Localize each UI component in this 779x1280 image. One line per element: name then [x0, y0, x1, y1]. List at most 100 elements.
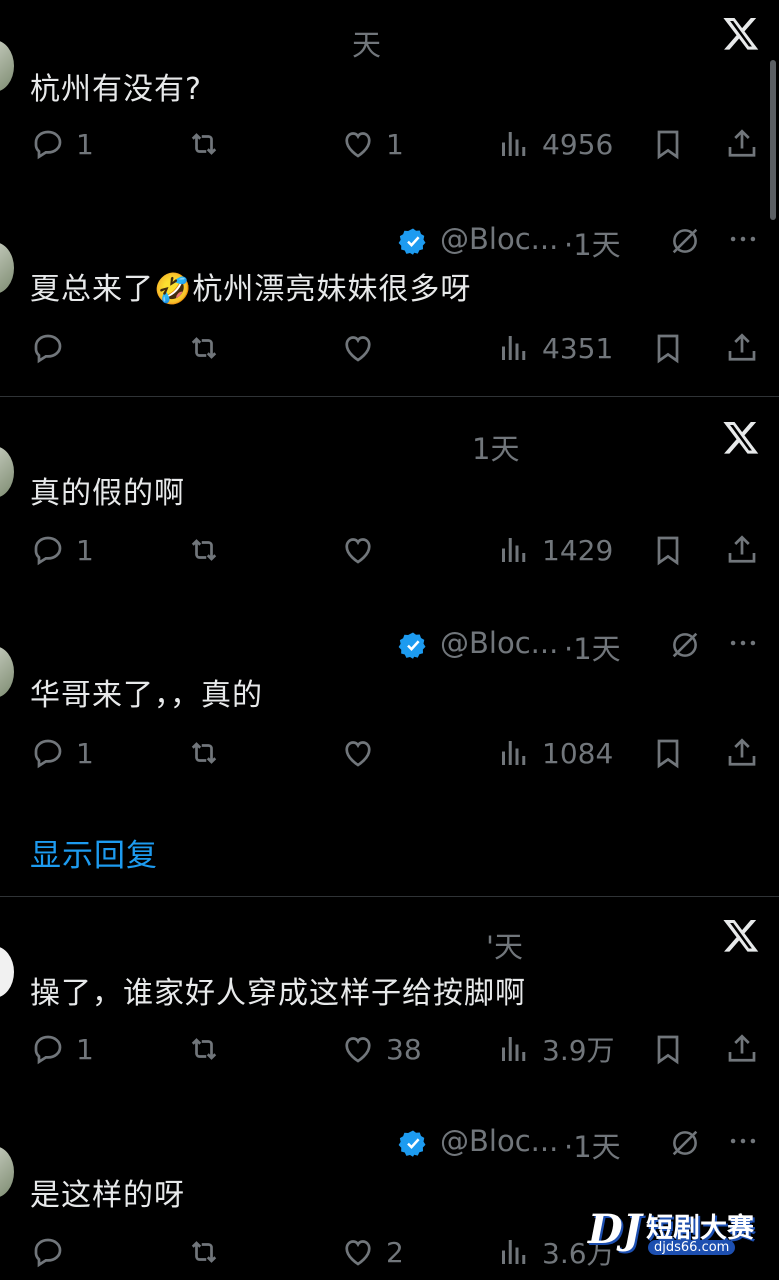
like-button[interactable]: [340, 733, 386, 773]
bookmark-button[interactable]: [650, 124, 686, 164]
views-button[interactable]: 1429: [496, 530, 613, 570]
bookmark-button[interactable]: [650, 530, 686, 570]
reply-handle[interactable]: @Bloc...: [440, 1124, 558, 1158]
reply-button[interactable]: 1: [30, 124, 94, 164]
reply-time: 1天: [472, 432, 520, 466]
heart-icon: [345, 336, 371, 362]
reply-time: ·1天: [564, 632, 621, 666]
divider: [0, 396, 779, 397]
x-logo-icon: [723, 421, 759, 454]
bookmark-button[interactable]: [650, 733, 686, 773]
view-count: 1084: [542, 736, 614, 770]
reply-text: 真的假的啊: [30, 476, 185, 511]
heart-icon: [345, 1037, 371, 1063]
share-icon: [728, 738, 756, 766]
views-icon: [502, 1037, 526, 1061]
view-count: 4351: [542, 331, 614, 365]
share-button[interactable]: [724, 733, 760, 773]
view-count: 4956: [542, 127, 614, 161]
reply-header: '天: [0, 919, 779, 966]
retweet-icon: [191, 1038, 217, 1060]
views-button[interactable]: 4351: [496, 328, 613, 368]
views-button[interactable]: 3.9万: [496, 1029, 615, 1069]
like-count: 38: [386, 1032, 422, 1066]
reply-time: '天: [486, 930, 523, 964]
comment-icon: [34, 739, 62, 769]
x-logo-icon: [723, 919, 759, 952]
retweet-icon: [191, 742, 217, 764]
action-bar: 1 1084: [0, 733, 779, 773]
reply-button[interactable]: 1: [30, 1029, 94, 1069]
views-button[interactable]: 4956: [496, 124, 613, 164]
retweet-button[interactable]: [186, 1232, 222, 1272]
more-options-icon[interactable]: [726, 626, 760, 660]
share-button[interactable]: [724, 1029, 760, 1069]
like-button[interactable]: [340, 530, 386, 570]
retweet-button[interactable]: [186, 1029, 222, 1069]
reply-button[interactable]: [30, 1232, 76, 1272]
reply-handle[interactable]: @Bloc...: [440, 222, 558, 256]
reply-button[interactable]: 1: [30, 733, 94, 773]
action-bar: 1 38 3.9万: [0, 1029, 779, 1069]
divider: [0, 896, 779, 897]
reply-text: 是这样的呀: [30, 1178, 185, 1213]
comment-icon: [34, 1238, 62, 1268]
retweet-button[interactable]: [186, 124, 222, 164]
retweet-icon: [191, 1241, 217, 1263]
more-options-icon[interactable]: [726, 1124, 760, 1158]
heart-icon: [345, 132, 371, 158]
share-icon: [728, 1034, 756, 1062]
reply-header: 1天: [0, 421, 779, 468]
retweet-button[interactable]: [186, 328, 222, 368]
views-icon: [502, 132, 526, 156]
reply-text: 操了，谁家好人穿成这样子给按脚啊: [30, 976, 526, 1011]
share-button[interactable]: [724, 328, 760, 368]
reply-text: 杭州有没有?: [30, 72, 202, 107]
views-icon: [502, 741, 526, 765]
share-icon: [728, 333, 756, 361]
share-button[interactable]: [724, 124, 760, 164]
like-button[interactable]: 38: [340, 1029, 422, 1069]
heart-icon: [345, 538, 371, 564]
watermark: DJ 短剧大赛 djds66.com: [588, 1200, 758, 1260]
reply-header: @Bloc... ·1天: [0, 220, 779, 264]
bookmark-button[interactable]: [650, 1029, 686, 1069]
reply-time: ·1天: [564, 228, 621, 262]
reply-text: 夏总来了🤣杭州漂亮妹妹很多呀: [30, 272, 472, 307]
show-replies-link[interactable]: 显示回复: [30, 830, 158, 875]
like-button[interactable]: 2: [340, 1232, 404, 1272]
reply-count: 1: [76, 127, 94, 161]
comment-icon: [34, 130, 62, 160]
comment-icon: [34, 334, 62, 364]
reply-button[interactable]: [30, 328, 76, 368]
share-button[interactable]: [724, 530, 760, 570]
retweet-button[interactable]: [186, 530, 222, 570]
bookmark-icon: [657, 1035, 679, 1065]
bookmark-icon: [657, 334, 679, 364]
scrollbar[interactable]: [770, 60, 776, 220]
like-button[interactable]: 1: [340, 124, 404, 164]
grok-icon[interactable]: [668, 224, 702, 258]
reply-header: @Bloc... ·1天: [0, 1122, 779, 1166]
retweet-icon: [191, 539, 217, 561]
reply-handle[interactable]: @Bloc...: [440, 626, 558, 660]
bookmark-icon: [657, 739, 679, 769]
grok-icon[interactable]: [668, 628, 702, 662]
views-icon: [502, 336, 526, 360]
grok-icon[interactable]: [668, 1126, 702, 1160]
more-options-icon[interactable]: [726, 222, 760, 256]
watermark-site: djds66.com: [648, 1240, 736, 1255]
reply-button[interactable]: 1: [30, 530, 94, 570]
bookmark-button[interactable]: [650, 328, 686, 368]
views-button[interactable]: 1084: [496, 733, 613, 773]
verified-badge-icon: [398, 228, 426, 255]
bookmark-icon: [657, 130, 679, 160]
reply-time: ·1天: [564, 1130, 621, 1164]
reply-count: 1: [76, 736, 94, 770]
retweet-button[interactable]: [186, 733, 222, 773]
like-button[interactable]: [340, 328, 386, 368]
share-icon: [728, 535, 756, 563]
view-count: 3.9万: [542, 1034, 615, 1067]
like-count: 2: [386, 1235, 404, 1269]
retweet-icon: [191, 133, 217, 155]
